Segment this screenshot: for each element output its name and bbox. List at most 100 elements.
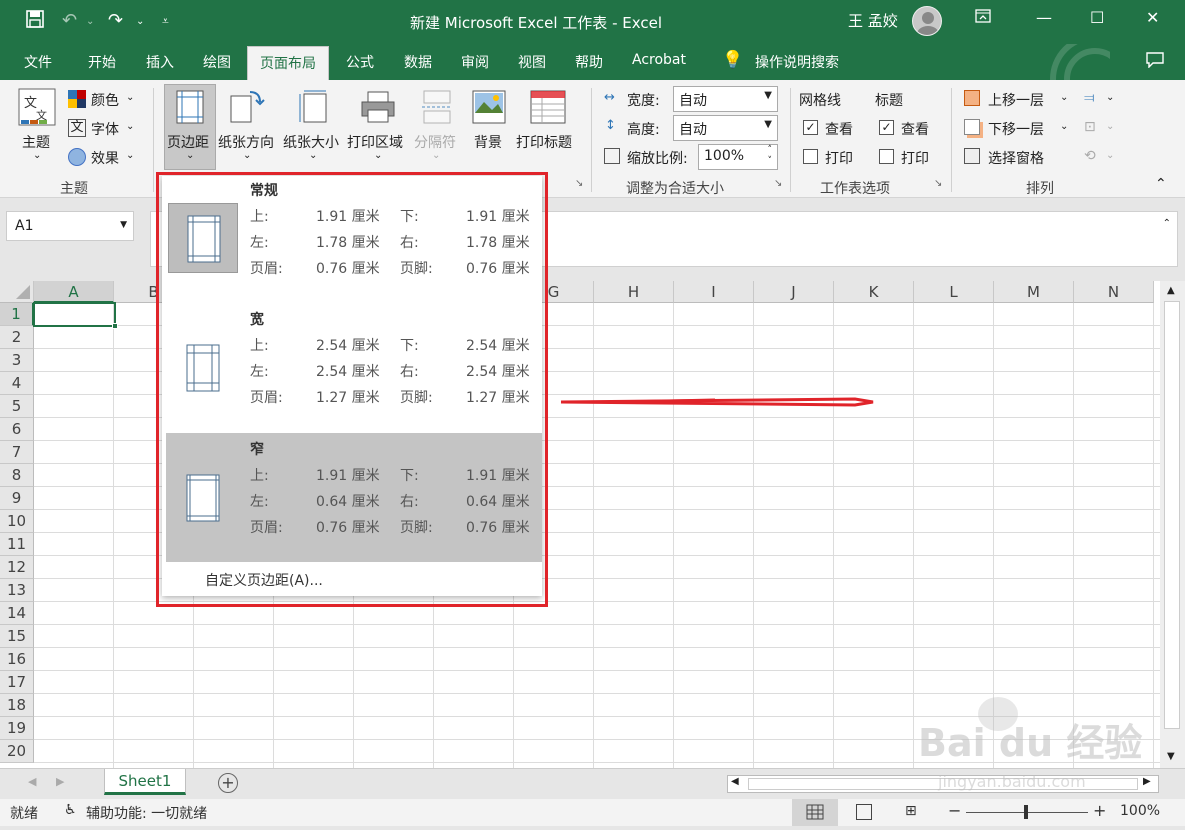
row-header-12[interactable]: 12 [0, 556, 34, 579]
page-layout-view-icon[interactable] [856, 804, 872, 820]
minimize-icon[interactable]: — [1036, 8, 1052, 27]
scroll-right-icon[interactable]: ▶ [1143, 776, 1151, 787]
themes-button[interactable]: 主题 [22, 132, 50, 152]
tab-formulas[interactable]: 公式 [346, 52, 374, 72]
margin-option-narrow[interactable]: 窄 上: 1.91 厘米 下: 1.91 厘米 左: 0.64 厘米 右: 0.… [166, 433, 542, 562]
row-header-18[interactable]: 18 [0, 694, 34, 717]
close-icon[interactable]: ✕ [1146, 8, 1159, 27]
effects-icon[interactable] [68, 148, 86, 166]
fonts-button[interactable]: 字体 [91, 119, 119, 139]
tab-insert[interactable]: 插入 [146, 52, 174, 72]
margins-chevron-icon[interactable]: ⌄ [186, 150, 194, 161]
gridlines-view-checkbox[interactable]: ✓ [803, 120, 818, 135]
vertical-scrollbar[interactable]: ▲ ▼ [1160, 281, 1185, 768]
send-backward-chevron-icon[interactable]: ⌄ [1060, 121, 1068, 132]
scale-spinner[interactable]: 100% ˄ ˅ [698, 144, 778, 170]
tab-acrobat[interactable]: Acrobat [632, 52, 686, 68]
name-box[interactable]: A1 ▼ [6, 211, 134, 241]
effects-chevron-icon[interactable]: ⌄ [126, 150, 134, 161]
add-sheet-icon[interactable]: + [218, 773, 238, 793]
row-header-15[interactable]: 15 [0, 625, 34, 648]
custom-margins-button[interactable]: 自定义页边距(A)... [205, 570, 323, 590]
themes-icon[interactable]: 文文 [18, 88, 56, 132]
bring-forward-chevron-icon[interactable]: ⌄ [1060, 92, 1068, 103]
row-header-7[interactable]: 7 [0, 441, 34, 464]
column-header-m[interactable]: M [994, 281, 1074, 303]
fonts-chevron-icon[interactable]: ⌄ [126, 121, 134, 132]
row-header-4[interactable]: 4 [0, 372, 34, 395]
row-header-14[interactable]: 14 [0, 602, 34, 625]
sheet-options-launcher-icon[interactable]: ↘ [934, 178, 942, 189]
send-backward-button[interactable]: 下移一层 [988, 119, 1044, 139]
column-header-n[interactable]: N [1074, 281, 1154, 303]
row-header-5[interactable]: 5 [0, 395, 34, 418]
margin-option-normal[interactable]: 常规 上: 1.91 厘米 下: 1.91 厘米 左: 1.78 厘米 右: 1… [166, 176, 542, 302]
print-area-chevron-icon[interactable]: ⌄ [374, 150, 382, 161]
colors-icon[interactable] [68, 90, 86, 112]
print-area-button[interactable]: 打印区域 [347, 132, 403, 152]
spin-down-icon[interactable]: ˅ [768, 156, 773, 166]
row-header-11[interactable]: 11 [0, 533, 34, 556]
row-header-19[interactable]: 19 [0, 717, 34, 740]
row-header-9[interactable]: 9 [0, 487, 34, 510]
row-header-6[interactable]: 6 [0, 418, 34, 441]
align-chevron-icon[interactable]: ⌄ [1106, 92, 1114, 103]
spin-up-icon[interactable]: ˄ [768, 145, 773, 155]
row-header-10[interactable]: 10 [0, 510, 34, 533]
height-select[interactable]: 自动 ▼ [673, 115, 778, 141]
accessibility-icon[interactable]: ♿ [64, 802, 77, 818]
scale-launcher-icon[interactable]: ↘ [774, 178, 782, 189]
print-titles-button[interactable]: 打印标题 [516, 132, 572, 152]
orientation-icon[interactable] [230, 90, 266, 128]
chevron-down-icon[interactable]: ▼ [120, 220, 127, 230]
headings-print-checkbox[interactable] [879, 149, 894, 164]
tab-view[interactable]: 视图 [518, 52, 546, 72]
colors-chevron-icon[interactable]: ⌄ [126, 92, 134, 103]
fill-handle[interactable] [112, 323, 118, 329]
prev-sheet-icon[interactable]: ◀ [28, 775, 36, 788]
page-setup-launcher-icon[interactable]: ↘ [575, 178, 583, 189]
tell-me-search[interactable]: 操作说明搜索 [755, 52, 839, 72]
bring-forward-icon[interactable] [964, 90, 980, 106]
sheet-tab-sheet1[interactable]: Sheet1 [104, 769, 186, 795]
maximize-icon[interactable]: ☐ [1090, 8, 1104, 27]
size-chevron-icon[interactable]: ⌄ [309, 150, 317, 161]
row-header-2[interactable]: 2 [0, 326, 34, 349]
accessibility-status[interactable]: 辅助功能: 一切就绪 [86, 803, 207, 823]
user-name[interactable]: 王 孟姣 [848, 10, 898, 31]
column-header-i[interactable]: I [674, 281, 754, 303]
scroll-left-icon[interactable]: ◀ [731, 776, 739, 787]
print-titles-icon[interactable] [530, 90, 566, 128]
collapse-ribbon-icon[interactable]: ⌃ [1155, 176, 1167, 192]
print-area-icon[interactable] [360, 90, 396, 128]
page-break-view-icon[interactable]: ⊞ [905, 803, 917, 819]
headings-view-checkbox[interactable]: ✓ [879, 120, 894, 135]
size-icon[interactable] [298, 90, 328, 128]
column-header-a[interactable]: A [34, 281, 114, 303]
row-header-8[interactable]: 8 [0, 464, 34, 487]
bring-forward-button[interactable]: 上移一层 [988, 90, 1044, 110]
lightbulb-icon[interactable]: 💡 [722, 50, 743, 70]
avatar[interactable] [912, 6, 942, 36]
zoom-in-icon[interactable]: + [1093, 801, 1106, 820]
effects-button[interactable]: 效果 [91, 148, 119, 168]
row-header-20[interactable]: 20 [0, 740, 34, 763]
row-header-1[interactable]: 1 [0, 303, 34, 326]
customize-icon[interactable]: ⩡ [162, 14, 169, 29]
row-header-17[interactable]: 17 [0, 671, 34, 694]
scroll-up-icon[interactable]: ▲ [1167, 285, 1175, 296]
redo-icon[interactable]: ↷ [108, 10, 123, 31]
width-select[interactable]: 自动 ▼ [673, 86, 778, 112]
send-backward-icon[interactable] [964, 119, 980, 135]
colors-button[interactable]: 颜色 [91, 90, 119, 110]
gridlines-print-checkbox[interactable] [803, 149, 818, 164]
selection-pane-button[interactable]: 选择窗格 [988, 148, 1044, 168]
comments-icon[interactable] [1146, 52, 1164, 72]
vertical-scroll-thumb[interactable] [1164, 301, 1180, 729]
background-button[interactable]: 背景 [474, 132, 502, 152]
orientation-button[interactable]: 纸张方向 [218, 132, 274, 152]
margins-button[interactable]: 页边距 [167, 132, 209, 152]
margin-option-wide[interactable]: 宽 上: 2.54 厘米 下: 2.54 厘米 左: 2.54 厘米 右: 2.… [166, 305, 542, 431]
margins-icon[interactable] [176, 90, 204, 128]
column-header-l[interactable]: L [914, 281, 994, 303]
